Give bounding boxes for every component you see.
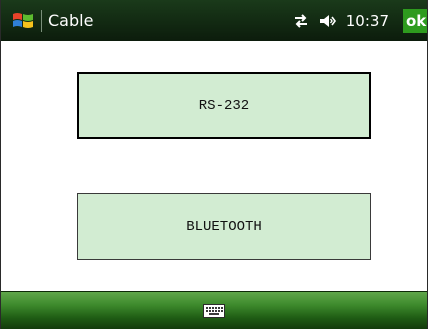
bluetooth-button[interactable]: BLUETOOTH [77, 193, 371, 260]
keyboard-icon[interactable] [203, 303, 225, 318]
connectivity-arrows-icon[interactable] [292, 13, 310, 29]
window-title: Cable [48, 11, 94, 30]
bluetooth-button-label: BLUETOOTH [186, 218, 262, 235]
windows-start-icon[interactable] [9, 7, 37, 35]
rs232-button-label: RS-232 [198, 97, 250, 114]
title-bar: Cable 10:37 ok [1, 0, 427, 41]
status-area: 10:37 ok [292, 0, 427, 41]
menu-bar [1, 291, 427, 329]
speaker-icon[interactable] [318, 13, 338, 29]
ok-button[interactable]: ok [403, 8, 427, 33]
title-separator [41, 9, 42, 32]
rs232-button[interactable]: RS-232 [77, 72, 371, 139]
device-screen: Cable 10:37 ok RS-232 BLUETOOTH [0, 0, 428, 329]
clock[interactable]: 10:37 [346, 12, 389, 30]
